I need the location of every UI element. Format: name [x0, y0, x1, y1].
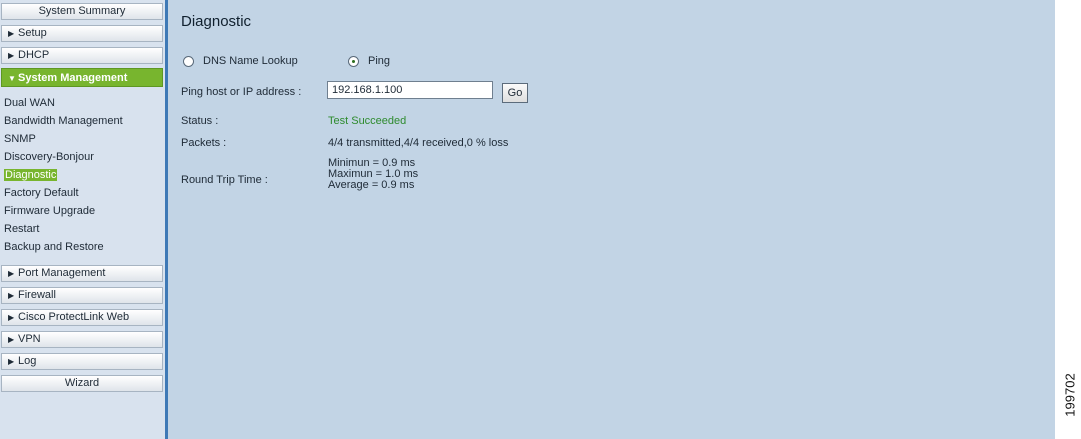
sub-label: Factory Default	[4, 187, 79, 199]
sub-label: Backup and Restore	[4, 241, 104, 253]
ping-host-label: Ping host or IP address :	[181, 86, 302, 98]
triangle-down-icon: ▼	[8, 74, 16, 83]
nav-label: Firewall	[18, 289, 56, 301]
triangle-right-icon: ▶	[8, 291, 15, 300]
nav-label: Port Management	[18, 267, 106, 279]
radio-unselected-icon	[183, 55, 194, 67]
sub-label: Firmware Upgrade	[4, 205, 96, 217]
nav-dhcp[interactable]: ▶ DHCP	[1, 47, 163, 64]
triangle-right-icon: ▶	[8, 269, 15, 278]
sidebar-item-factory-default[interactable]: Factory Default	[4, 184, 162, 202]
sidebar-item-backup-and-restore[interactable]: Backup and Restore	[4, 238, 162, 256]
sidebar-item-dual-wan[interactable]: Dual WAN	[4, 94, 162, 112]
page-title: Diagnostic	[181, 13, 252, 30]
sub-label: SNMP	[4, 133, 36, 145]
nav-port-management[interactable]: ▶ Port Management	[1, 265, 163, 282]
nav-firewall[interactable]: ▶ Firewall	[1, 287, 163, 304]
ping-radio[interactable]: Ping	[348, 55, 390, 67]
go-button[interactable]: Go	[502, 83, 528, 103]
triangle-right-icon: ▶	[8, 313, 15, 322]
sub-label: Discovery-Bonjour	[4, 151, 94, 163]
sidebar-item-bandwidth-management[interactable]: Bandwidth Management	[4, 112, 162, 130]
nav-vpn[interactable]: ▶ VPN	[1, 331, 163, 348]
dns-lookup-radio[interactable]: DNS Name Lookup	[183, 55, 298, 67]
rtt-avg: Average = 0.9 ms	[328, 179, 415, 191]
main-panel: Diagnostic DNS Name Lookup Ping Ping hos…	[168, 0, 1055, 439]
ping-label: Ping	[368, 55, 391, 67]
dns-lookup-label: DNS Name Lookup	[203, 55, 298, 67]
triangle-right-icon: ▶	[8, 335, 15, 344]
sidebar-item-snmp[interactable]: SNMP	[4, 130, 162, 148]
nav-log[interactable]: ▶ Log	[1, 353, 163, 370]
rtt-label: Round Trip Time :	[181, 174, 268, 186]
status-label: Status :	[181, 115, 219, 127]
figure-number: 199702	[1062, 365, 1078, 425]
sub-label: Bandwidth Management	[4, 115, 123, 127]
packets-label: Packets :	[181, 137, 227, 149]
packets-value: 4/4 transmitted,4/4 received,0 % loss	[328, 137, 509, 149]
sub-label: Dual WAN	[4, 97, 55, 109]
system-management-submenu: Dual WAN Bandwidth Management SNMP Disco…	[4, 94, 162, 256]
nav-system-summary[interactable]: System Summary	[1, 3, 163, 20]
nav-wizard[interactable]: Wizard	[1, 375, 163, 392]
nav-label: Log	[18, 355, 37, 367]
sidebar-item-diagnostic[interactable]: Diagnostic	[4, 166, 162, 184]
nav-system-management[interactable]: ▼ System Management	[1, 68, 163, 87]
triangle-right-icon: ▶	[8, 29, 15, 38]
sidebar: System Summary ▶ Setup ▶ DHCP ▼ System Mana…	[0, 0, 168, 439]
rtt-values: Minimun = 0.9 ms Maximun = 1.0 ms Averag…	[328, 158, 418, 191]
triangle-right-icon: ▶	[8, 51, 15, 60]
status-value: Test Succeeded	[328, 115, 407, 127]
nav-cisco-protectlink-web[interactable]: ▶ Cisco ProtectLink Web	[1, 309, 163, 326]
nav-label: DHCP	[18, 49, 50, 61]
nav-label: System Management	[18, 72, 128, 84]
triangle-right-icon: ▶	[8, 357, 15, 366]
nav-label: Cisco ProtectLink Web	[18, 311, 130, 323]
sub-label: Restart	[4, 223, 40, 235]
sidebar-item-firmware-upgrade[interactable]: Firmware Upgrade	[4, 202, 162, 220]
sidebar-item-discovery-bonjour[interactable]: Discovery-Bonjour	[4, 148, 162, 166]
sub-label: Diagnostic	[4, 169, 58, 181]
sidebar-item-restart[interactable]: Restart	[4, 220, 162, 238]
ping-host-input[interactable]	[327, 81, 493, 99]
nav-label: Setup	[18, 27, 47, 39]
nav-setup[interactable]: ▶ Setup	[1, 25, 163, 42]
nav-label: VPN	[18, 333, 41, 345]
radio-selected-icon	[348, 55, 359, 67]
nav-label: System Summary	[38, 5, 126, 17]
nav-label: Wizard	[64, 377, 100, 389]
figure-number-text: 199702	[1062, 373, 1078, 417]
